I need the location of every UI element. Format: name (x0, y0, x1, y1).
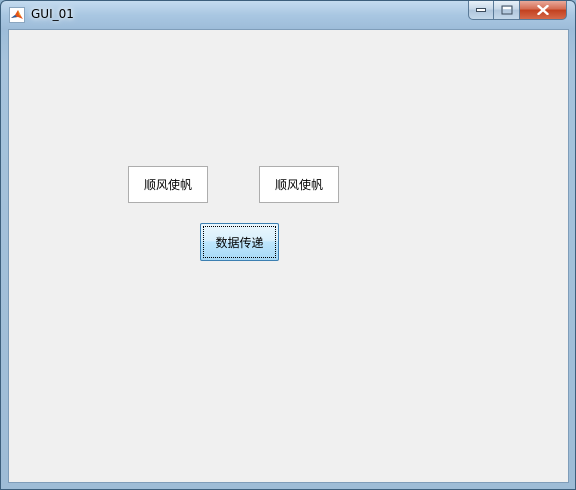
transfer-data-button[interactable]: 数据传递 (200, 223, 279, 261)
window-title: GUI_01 (31, 7, 74, 21)
close-icon (537, 5, 549, 15)
pushbutton-1-label: 顺风使帆 (143, 178, 192, 192)
caption-buttons (468, 1, 567, 21)
maximize-icon (501, 5, 512, 15)
title-bar[interactable]: GUI_01 (1, 1, 575, 29)
minimize-icon (476, 8, 486, 12)
maximize-button[interactable] (494, 1, 520, 20)
minimize-button[interactable] (468, 1, 494, 20)
transfer-data-label: 数据传递 (215, 235, 264, 250)
figure-client-area: 顺风使帆 顺风使帆 数据传递 (8, 29, 569, 483)
matlab-icon (9, 7, 25, 23)
pushbutton-1[interactable]: 顺风使帆 (128, 166, 208, 203)
pushbutton-2[interactable]: 顺风使帆 (259, 166, 339, 203)
pushbutton-2-label: 顺风使帆 (274, 178, 323, 192)
close-button[interactable] (520, 1, 567, 20)
app-window: GUI_01 顺风使帆 顺风使帆 数据传递 (0, 0, 576, 490)
